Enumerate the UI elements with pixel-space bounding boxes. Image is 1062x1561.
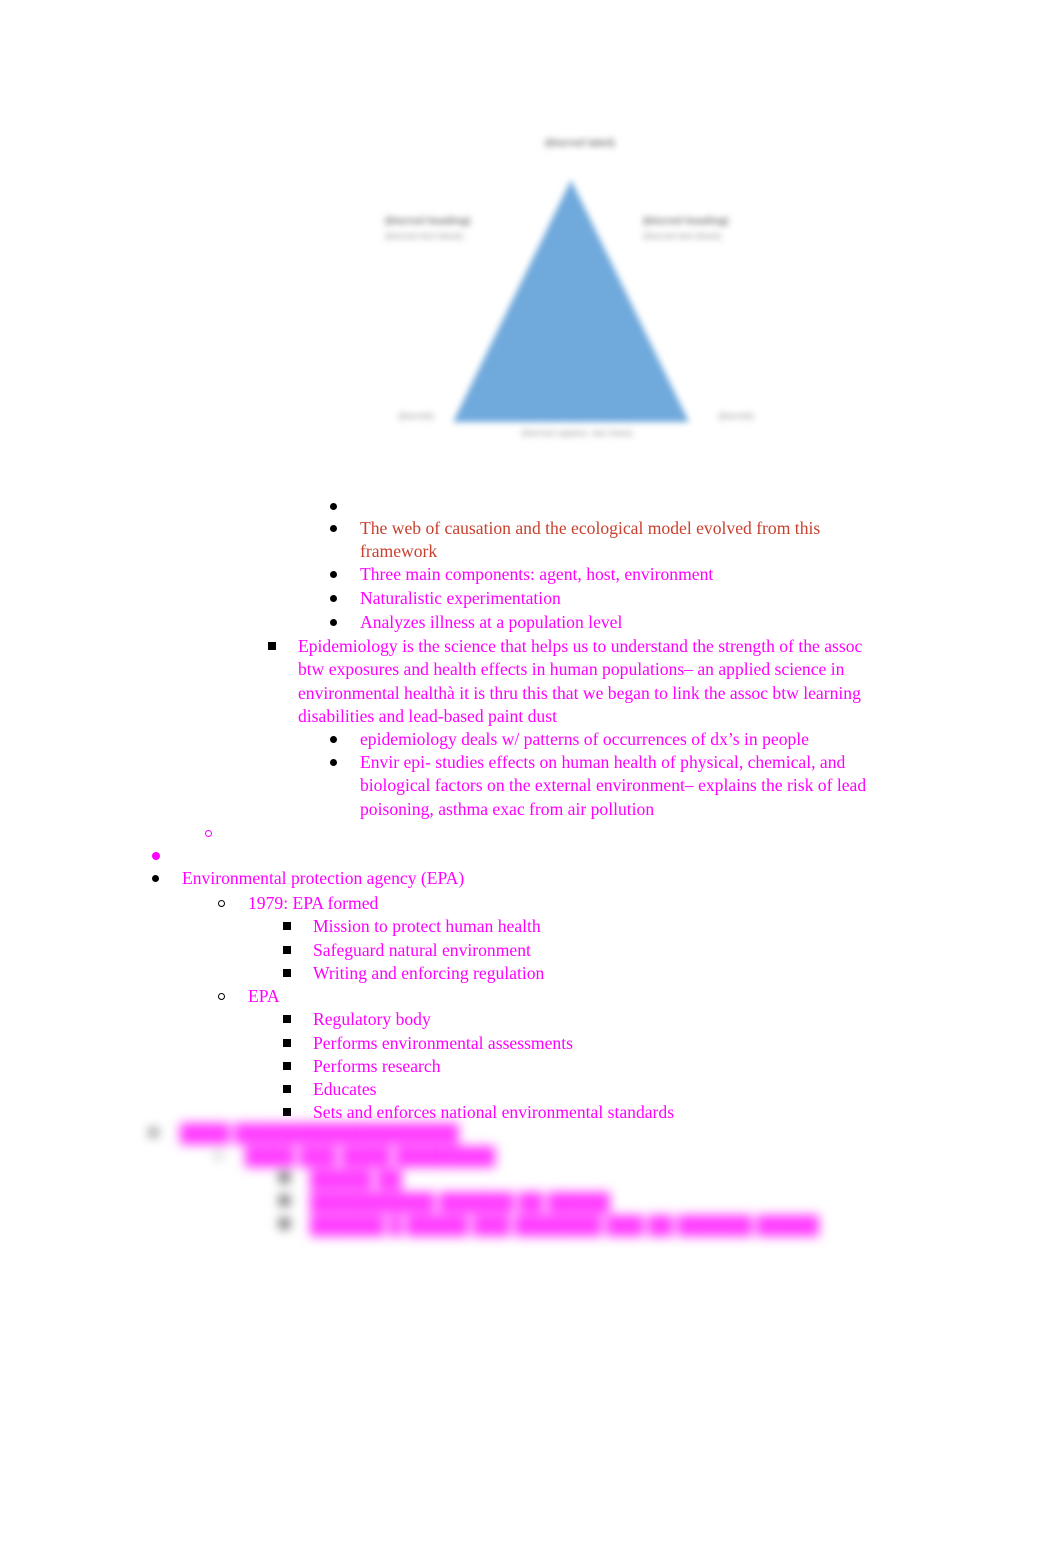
- list-item: Three main components: agent, host, envi…: [330, 563, 890, 586]
- list-item: Mission to protect human health: [283, 915, 883, 938]
- diagram-label-bottom-right: (blurred): [718, 411, 754, 421]
- bullet-square-icon: [283, 962, 313, 985]
- list-item-label: epidemiology deals w/ patterns of occurr…: [360, 729, 809, 749]
- epidemiologic-triangle-diagram: (blurred label) (blurred heading) (blurr…: [385, 128, 765, 500]
- list-item-label: Writing and enforcing regulation: [313, 963, 545, 983]
- list-item-label: Regulatory body: [313, 1009, 431, 1029]
- list-item: Naturalistic experimentation: [330, 587, 890, 610]
- bullet-disc-icon: [330, 728, 360, 751]
- bullet-square-icon: [280, 1191, 310, 1214]
- triangle-shape: [453, 180, 689, 422]
- list-item-label: Educates: [313, 1079, 377, 1099]
- list-item: [330, 495, 850, 518]
- bullet-disc-icon: [152, 867, 182, 890]
- list-item-label: Analyzes illness at a population level: [360, 612, 623, 632]
- bullet-disc-icon: [152, 845, 182, 868]
- list-item: Analyzes illness at a population level: [330, 611, 890, 634]
- list-item: Envir epi- studies effects on human heal…: [330, 751, 890, 821]
- diagram-label-bottom-left: (blurred): [398, 411, 434, 421]
- list-item: Epidemiology is the science that helps u…: [268, 635, 868, 729]
- list-item: [152, 845, 712, 868]
- diagram-label-bottom-caption: (blurred caption, two lines): [521, 428, 633, 438]
- list-item-label: 1979: EPA formed: [248, 893, 379, 913]
- diagram-label-top: (blurred label): [545, 138, 615, 149]
- bullet-disc-icon: [330, 587, 360, 610]
- list-item-label: Performs research: [313, 1056, 441, 1076]
- list-item: Educates: [283, 1078, 883, 1101]
- list-item-label: Environmental protection agency (EPA): [182, 868, 465, 888]
- list-item-label: Envir epi- studies effects on human heal…: [360, 752, 867, 819]
- list-item: Safeguard natural environment: [283, 939, 883, 962]
- bullet-square-icon: [280, 1168, 310, 1191]
- list-item: The web of causation and the ecological …: [330, 517, 850, 564]
- list-item: epidemiology deals w/ patterns of occurr…: [330, 728, 890, 751]
- bullet-disc-icon: [330, 517, 360, 540]
- bullet-square-icon: [283, 1078, 313, 1101]
- bullet-square-icon: [280, 1214, 310, 1237]
- list-item: Regulatory body: [283, 1008, 883, 1031]
- list-item: Performs environmental assessments: [283, 1032, 883, 1055]
- list-item-label: Safeguard natural environment: [313, 940, 531, 960]
- bullet-disc-icon: [330, 751, 360, 774]
- list-item: ████ ██████████████████: [150, 1122, 459, 1145]
- list-item: Performs research: [283, 1055, 883, 1078]
- bullet-square-icon: [283, 915, 313, 938]
- list-item: Environmental protection agency (EPA): [152, 867, 752, 890]
- list-item-label: Performs environmental assessments: [313, 1033, 573, 1053]
- bullet-circle-icon: [218, 892, 248, 915]
- list-item-label: ████ ██████████████████: [180, 1123, 459, 1143]
- list-item: [205, 822, 765, 845]
- list-item-label: EPA: [248, 986, 280, 1006]
- list-item-label: Naturalistic experimentation: [360, 588, 561, 608]
- list-item-label: The web of causation and the ecological …: [360, 518, 821, 562]
- list-item: ██████████ ██████ ██ █████: [280, 1191, 610, 1214]
- bullet-square-icon: [268, 635, 298, 658]
- bullet-disc-icon: [330, 563, 360, 586]
- list-item: EPA: [218, 985, 818, 1008]
- blurred-outline-section: ████ ██████████████████ ████ ███ ████ ██…: [150, 1118, 850, 1248]
- list-item: ██████ █ █████ ███ ███████ ███ ██ ██████…: [280, 1214, 819, 1237]
- list-item: 1979: EPA formed: [218, 892, 818, 915]
- list-item: █████ ██: [280, 1168, 402, 1191]
- bullet-circle-icon: [218, 985, 248, 1008]
- list-item: Writing and enforcing regulation: [283, 962, 883, 985]
- bullet-square-icon: [283, 1008, 313, 1031]
- bullet-disc-icon: [330, 611, 360, 634]
- bullet-square-icon: [283, 1055, 313, 1078]
- bullet-disc-icon: [150, 1122, 180, 1145]
- list-item-label: Mission to protect human health: [313, 916, 541, 936]
- list-item-label: ████ ███ ████ ████████: [245, 1146, 496, 1166]
- bullet-circle-icon: [215, 1145, 245, 1168]
- bullet-square-icon: [283, 939, 313, 962]
- bullet-disc-icon: [330, 495, 360, 518]
- list-item-label: ██████████ ██████ ██ █████: [310, 1192, 610, 1212]
- list-item-label: Epidemiology is the science that helps u…: [298, 636, 863, 727]
- list-item-label: █████ ██: [310, 1169, 402, 1189]
- document-page: (blurred label) (blurred heading) (blurr…: [0, 0, 1062, 1561]
- list-item-label: Three main components: agent, host, envi…: [360, 564, 714, 584]
- list-item: ████ ███ ████ ████████: [215, 1145, 495, 1168]
- bullet-circle-icon: [205, 822, 235, 845]
- list-item-label: ██████ █ █████ ███ ███████ ███ ██ ██████…: [310, 1215, 819, 1235]
- bullet-square-icon: [283, 1032, 313, 1055]
